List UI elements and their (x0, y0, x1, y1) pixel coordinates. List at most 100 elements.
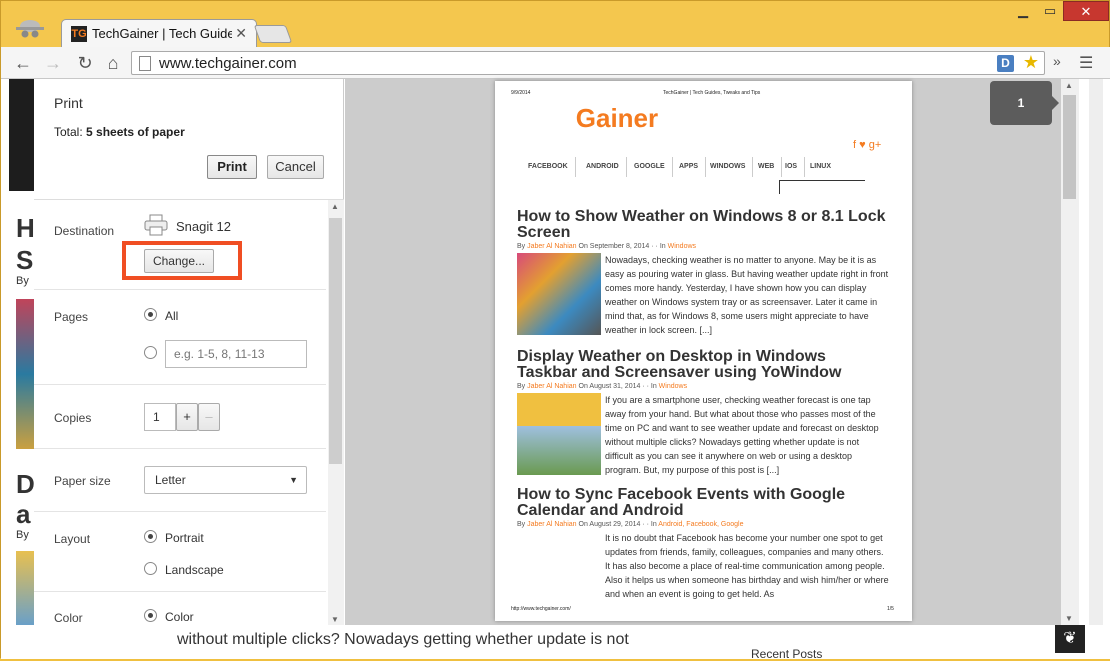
cancel-button[interactable]: Cancel (267, 155, 324, 179)
sheet-nav-item: APPS (672, 157, 707, 177)
scrollbar-thumb[interactable] (329, 218, 342, 464)
print-settings-panel: Print Total: 5 sheets of paper Print Can… (34, 79, 344, 625)
browser-window: TG TechGainer | Tech Guides, ✕ ▁ ▭ ✕ ← →… (0, 0, 1110, 661)
pages-section: Pages All (34, 290, 326, 385)
page-thumbnail-badge[interactable]: 1 (990, 81, 1059, 125)
sheet-nav-item: WINDOWS (703, 157, 754, 177)
print-title: Print (54, 95, 83, 111)
bookmark-star-icon[interactable]: ★ (1023, 52, 1039, 73)
bg-thumbnail (16, 551, 36, 625)
printer-icon (144, 214, 168, 236)
article-thumbnail (517, 253, 601, 335)
sheet-search-box (779, 180, 865, 194)
page-scrollbar[interactable] (1089, 79, 1103, 625)
url-text: www.techgainer.com (159, 55, 297, 72)
print-options-list: Destination Snagit 12 Change... Pages Al… (34, 199, 344, 625)
article-body: Nowadays, checking weather is no matter … (605, 255, 889, 335)
leaf-icon[interactable]: ❦ (1055, 625, 1085, 653)
bg-text: D (16, 469, 35, 499)
pages-custom-input[interactable] (165, 340, 307, 368)
sheet-nav-item: LINUX (810, 163, 831, 170)
landscape-radio[interactable] (144, 562, 157, 575)
back-icon[interactable]: ← (11, 51, 35, 75)
maximize-button[interactable]: ▭ (1037, 1, 1063, 21)
social-icons: f ♥ g+ (853, 139, 882, 151)
print-button[interactable]: Print (207, 155, 257, 179)
article-meta: By Jaber Al Nahian On August 31, 2014 · … (517, 383, 688, 390)
bg-bottom-text: without multiple clicks? Nowadays gettin… (177, 631, 629, 648)
sheet-nav-item: FACEBOOK (521, 157, 576, 177)
preview-scrollbar[interactable]: ▲ ▼ (1061, 79, 1079, 625)
copies-decrement-button[interactable]: – (198, 403, 220, 431)
article: Display Weather on Desktop in Windows Ta… (517, 349, 887, 489)
tab-techgainer[interactable]: TG TechGainer | Tech Guides, ✕ (61, 19, 257, 47)
paper-size-value: Letter (155, 473, 186, 487)
color-option-label: Color (165, 610, 194, 624)
copies-increment-button[interactable]: + (176, 403, 198, 431)
article-body: If you are a smartphone user, checking w… (605, 395, 879, 475)
article-thumbnail (517, 393, 601, 475)
print-preview-area: 9/9/2014 TechGainer | Tech Guides, Tweak… (345, 79, 1079, 625)
pages-custom-radio[interactable] (144, 346, 157, 359)
sheet-footer-url: http://www.techgainer.com/ (511, 606, 571, 612)
color-radio[interactable] (144, 609, 157, 622)
portrait-label: Portrait (165, 531, 204, 545)
techgainer-logo: TechGainer (517, 103, 659, 133)
bg-header-strip (9, 79, 35, 191)
sheet-nav-item: IOS (778, 157, 806, 177)
tab-title: TechGainer | Tech Guides, (92, 26, 232, 41)
copies-label: Copies (54, 411, 92, 425)
article-meta: By Jaber Al Nahian On August 29, 2014 · … (517, 521, 744, 528)
article-body: It is no doubt that Facebook has become … (605, 533, 889, 599)
copies-input[interactable]: 1 (144, 403, 176, 431)
tab-close-icon[interactable]: ✕ (235, 25, 247, 42)
menu-icon[interactable]: ☰ (1079, 53, 1095, 73)
browser-toolbar: ← → ↻ ⌂ www.techgainer.com D ★ » ☰ (1, 47, 1110, 79)
incognito-icon (16, 20, 44, 38)
scrollbar-thumb[interactable] (1063, 95, 1076, 199)
print-total: Total: 5 sheets of paper (54, 125, 185, 139)
tab-strip: TG TechGainer | Tech Guides, ✕ ▁ ▭ ✕ (1, 1, 1110, 47)
article-title: How to Sync Facebook Events with Google … (517, 486, 846, 519)
bg-text: By (16, 529, 29, 541)
layout-label: Layout (54, 532, 91, 546)
sheet-header-title: TechGainer | Tech Guides, Tweaks and Tip… (663, 90, 761, 96)
change-destination-button[interactable]: Change... (144, 249, 214, 273)
window-close-button[interactable]: ✕ (1063, 1, 1109, 21)
sheet-nav-item: GOOGLE (627, 157, 673, 177)
pages-all-label: All (165, 309, 179, 323)
scroll-down-icon[interactable]: ▼ (331, 615, 339, 624)
bg-text: a (16, 499, 31, 529)
paper-size-select[interactable]: Letter ▼ (144, 466, 307, 494)
destination-label: Destination (54, 224, 115, 238)
scroll-down-icon[interactable]: ▼ (1065, 614, 1073, 623)
landscape-label: Landscape (165, 563, 224, 577)
address-bar[interactable]: www.techgainer.com D ★ (131, 51, 1045, 75)
article-meta: By Jaber Al Nahian On September 8, 2014 … (517, 243, 697, 250)
bg-text: S (16, 245, 34, 275)
copies-section: Copies 1 + – (34, 385, 326, 449)
page-icon (139, 56, 151, 71)
sheet-nav-item: ANDROID (579, 157, 627, 177)
new-tab-button[interactable] (253, 25, 293, 43)
print-panel-scrollbar[interactable]: ▲ ▼ (328, 200, 344, 625)
portrait-radio[interactable] (144, 530, 157, 543)
chevron-right-icon[interactable]: » (1053, 53, 1061, 69)
bg-text: By (16, 275, 29, 287)
forward-icon[interactable]: → (41, 51, 65, 75)
pages-all-radio[interactable] (144, 308, 157, 321)
pages-label: Pages (54, 310, 89, 324)
dropdown-arrow-icon: ▼ (289, 475, 298, 485)
total-label: Total: (54, 125, 83, 139)
reload-icon[interactable]: ↻ (73, 51, 97, 75)
scroll-up-icon[interactable]: ▲ (331, 202, 339, 211)
minimize-button[interactable]: ▁ (1009, 1, 1037, 21)
scroll-up-icon[interactable]: ▲ (1065, 81, 1073, 90)
article: How to Sync Facebook Events with Google … (517, 486, 889, 603)
preview-page: 9/9/2014 TechGainer | Tech Guides, Tweak… (495, 81, 912, 621)
article: How to Show Weather on Windows 8 or 8.1 … (517, 209, 889, 339)
sheet-footer-page: 1/5 (887, 606, 894, 612)
extension-d-icon[interactable]: D (997, 55, 1014, 72)
home-icon[interactable]: ⌂ (101, 51, 125, 75)
techgainer-favicon: TG (71, 26, 87, 42)
